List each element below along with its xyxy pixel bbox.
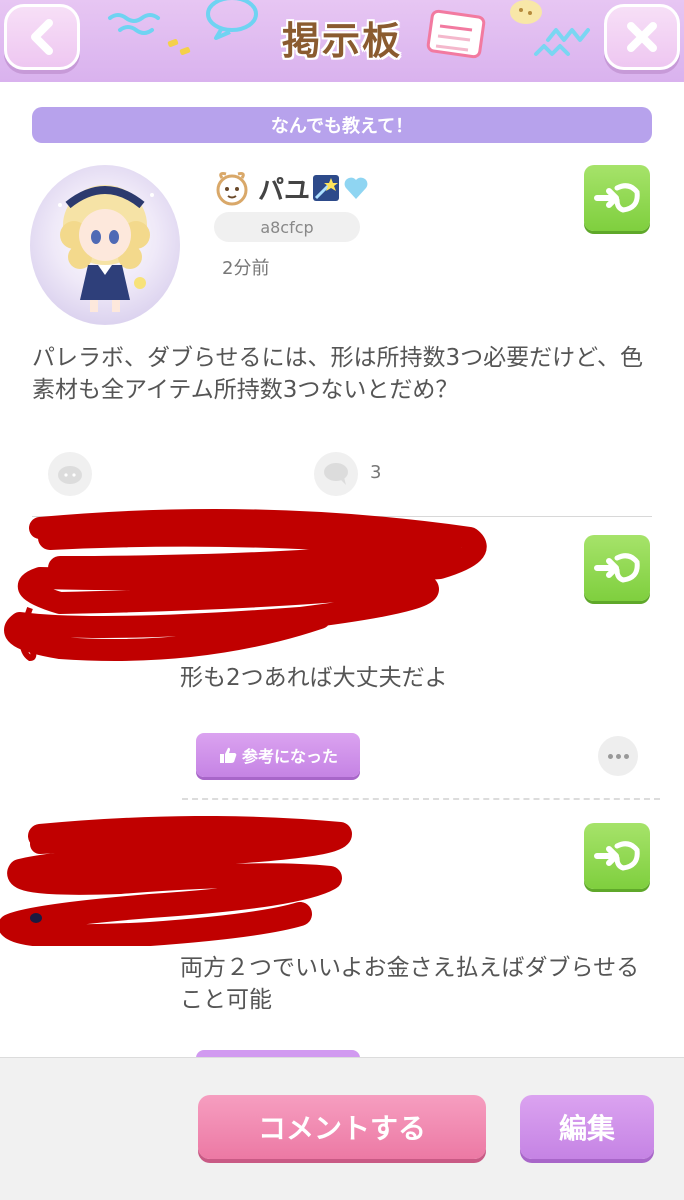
page-title: 掲示板 bbox=[281, 19, 402, 63]
reply-report-button[interactable] bbox=[584, 535, 650, 601]
user-row[interactable]: パユ bbox=[212, 168, 370, 208]
more-dots-icon bbox=[615, 753, 621, 759]
redaction-scribble bbox=[0, 816, 352, 946]
reply-text: 両方２つでいいよお金さえ払えばダブらせること可能 bbox=[180, 955, 640, 1013]
more-options-button[interactable] bbox=[598, 736, 638, 776]
comment-count: 3 bbox=[370, 462, 382, 483]
user-badge-icon bbox=[216, 172, 248, 206]
report-icon bbox=[594, 183, 640, 213]
category-label: なんでも教えて！ bbox=[32, 107, 652, 143]
heart-icon bbox=[344, 177, 368, 199]
more-dots-icon bbox=[623, 753, 629, 759]
user-name: パユ bbox=[258, 175, 311, 206]
shooting-star-icon bbox=[313, 175, 340, 201]
report-icon bbox=[594, 553, 640, 583]
close-button[interactable] bbox=[604, 4, 680, 70]
reaction-button[interactable] bbox=[48, 452, 92, 496]
report-icon bbox=[594, 841, 640, 871]
comment-submit-button[interactable]: コメントする bbox=[198, 1095, 486, 1159]
avatar-image bbox=[58, 185, 154, 312]
header-bar: 掲示板 bbox=[0, 0, 684, 82]
close-icon bbox=[627, 22, 657, 52]
report-button[interactable] bbox=[584, 165, 650, 231]
post-time: 2分前 bbox=[222, 258, 270, 279]
more-dots-icon bbox=[607, 753, 613, 759]
avatar[interactable] bbox=[30, 165, 180, 325]
user-id-badge: a8cfcp bbox=[214, 212, 360, 242]
reply-text: 形も2つあれば大丈夫だよ bbox=[180, 665, 448, 691]
post-divider bbox=[32, 516, 652, 517]
footer-bar: コメントする 編集 bbox=[0, 1057, 684, 1200]
reply-report-button[interactable] bbox=[584, 823, 650, 889]
comment-button[interactable] bbox=[314, 452, 358, 496]
helpful-label: 参考になった bbox=[241, 747, 338, 766]
reply-time: 1分前 bbox=[196, 626, 244, 647]
speech-bubble-icon bbox=[324, 463, 348, 485]
thumbs-up-icon bbox=[219, 747, 237, 763]
edit-button[interactable]: 編集 bbox=[520, 1095, 654, 1159]
emoji-icon bbox=[58, 466, 82, 484]
reply-divider bbox=[182, 798, 660, 800]
post-body: パレラボ、ダブらせるには、形は所持数3つ必要だけど、色素材も全アイテム所持数3つ… bbox=[32, 345, 644, 403]
helpful-button[interactable]: 参考になった bbox=[196, 733, 360, 777]
redaction-scribble bbox=[4, 509, 487, 662]
